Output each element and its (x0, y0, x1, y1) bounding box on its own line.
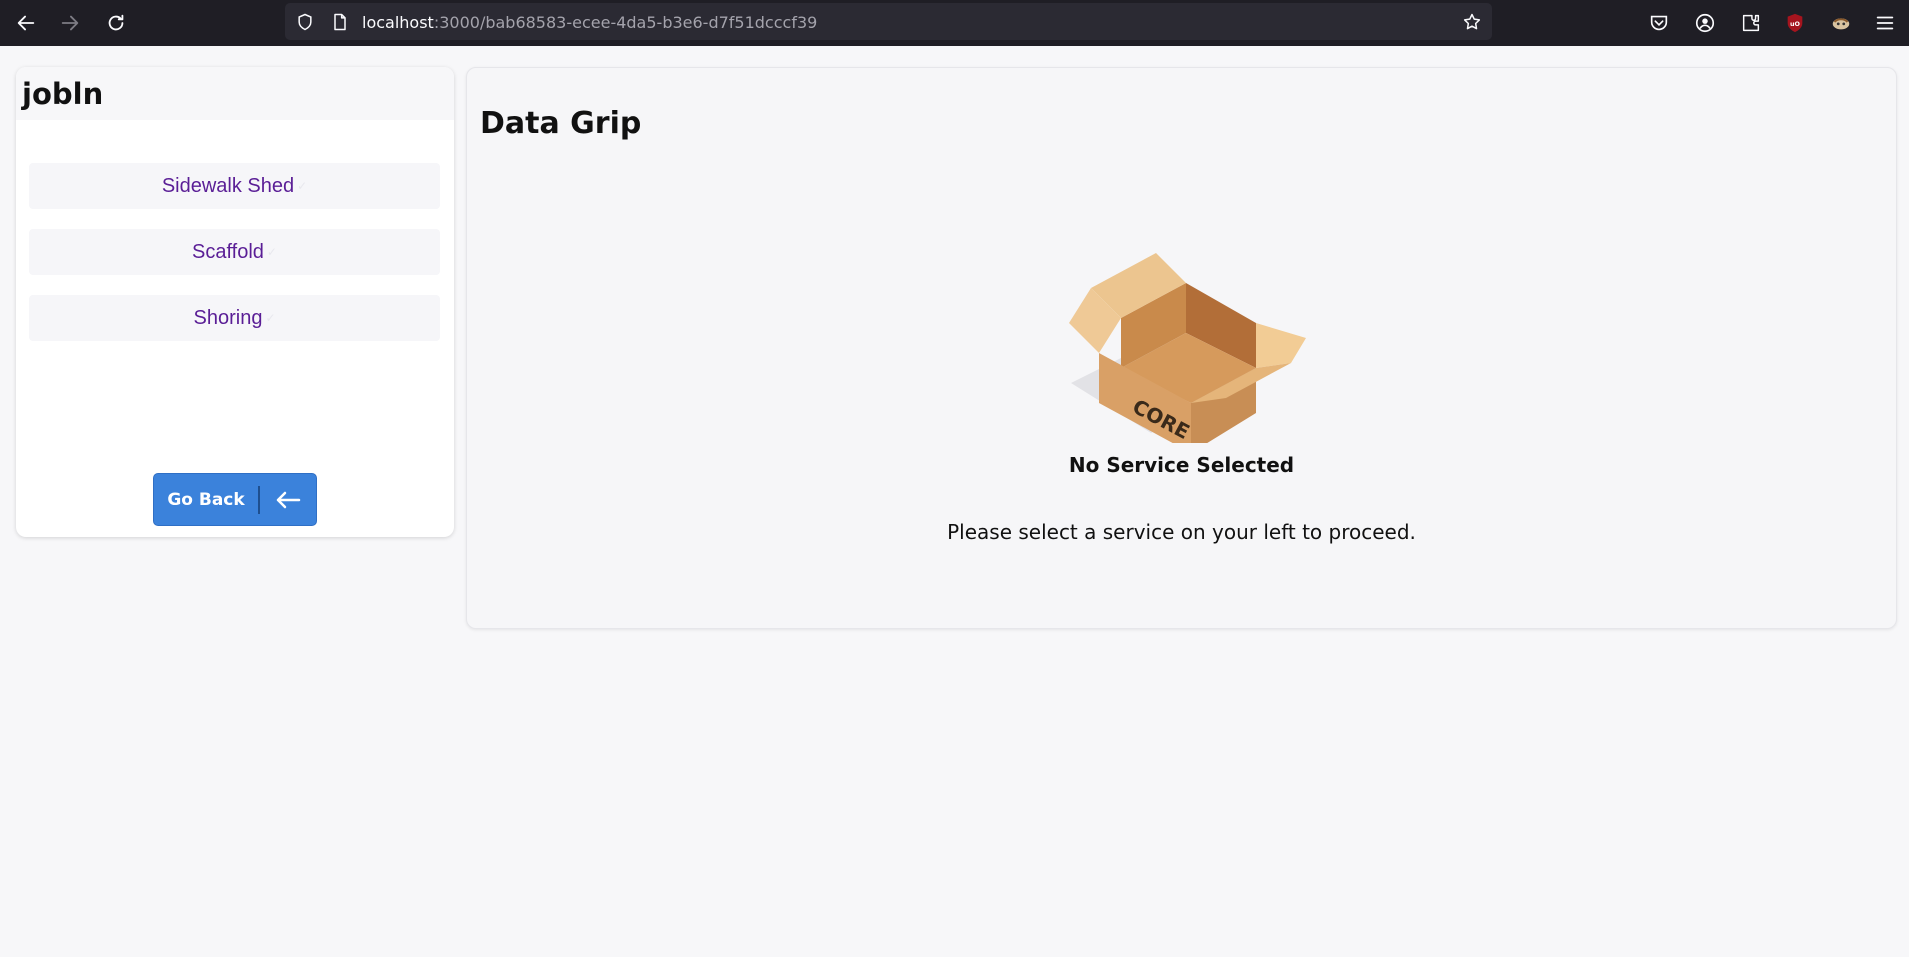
empty-state-title: No Service Selected (1068, 453, 1295, 477)
page-title: Data Grip (480, 106, 642, 141)
page-icon[interactable] (330, 12, 350, 32)
empty-box-illustration: CORE (1061, 243, 1311, 453)
service-item-label: Scaffold (192, 240, 264, 263)
url-bar[interactable]: localhost:3000/bab68583-ecee-4da5-b3e6-d… (285, 3, 1492, 40)
back-icon[interactable] (11, 8, 41, 38)
check-icon: ✓ (297, 179, 308, 193)
url-host: localhost (362, 13, 434, 32)
service-item-label: Shoring (193, 306, 263, 329)
main-panel: Data Grip CORE No Service Selected Pleas… (466, 67, 1897, 629)
menu-icon[interactable] (1872, 10, 1898, 36)
browser-toolbar: localhost:3000/bab68583-ecee-4da5-b3e6-d… (0, 0, 1909, 46)
extension-avatar-icon[interactable] (1828, 10, 1854, 36)
service-item-sidewalk-shed[interactable]: Sidewalk Shed ✓ (29, 163, 440, 209)
pocket-icon[interactable] (1646, 10, 1672, 36)
service-item-shoring[interactable]: Shoring ✓ (29, 295, 440, 341)
reload-icon[interactable] (101, 8, 131, 38)
go-back-button[interactable]: Go Back (153, 473, 317, 526)
arrow-left-icon (260, 491, 316, 509)
check-icon: ✓ (266, 245, 277, 259)
empty-state-message: Please select a service on your left to … (947, 520, 1416, 544)
url-path: :3000/bab68583-ecee-4da5-b3e6-d7f51dcccf… (433, 13, 818, 32)
ublock-icon[interactable]: uO (1782, 10, 1808, 36)
shield-icon[interactable] (295, 12, 315, 32)
check-icon: ✓ (265, 311, 276, 325)
service-item-scaffold[interactable]: Scaffold ✓ (29, 229, 440, 275)
svg-text:uO: uO (1790, 20, 1801, 28)
url-text[interactable]: localhost:3000/bab68583-ecee-4da5-b3e6-d… (362, 13, 817, 32)
forward-icon[interactable] (55, 8, 85, 38)
sidebar-title: jobln (22, 76, 104, 111)
extensions-icon[interactable] (1738, 10, 1764, 36)
account-icon[interactable] (1692, 10, 1718, 36)
bookmark-star-icon[interactable] (1462, 12, 1482, 32)
service-sidebar: jobln Sidewalk Shed ✓ Scaffold ✓ Shoring ✓ … (16, 67, 454, 537)
service-item-label: Sidewalk Shed (161, 174, 295, 197)
sidebar-header: jobln (16, 67, 454, 120)
go-back-label: Go Back (167, 489, 245, 510)
